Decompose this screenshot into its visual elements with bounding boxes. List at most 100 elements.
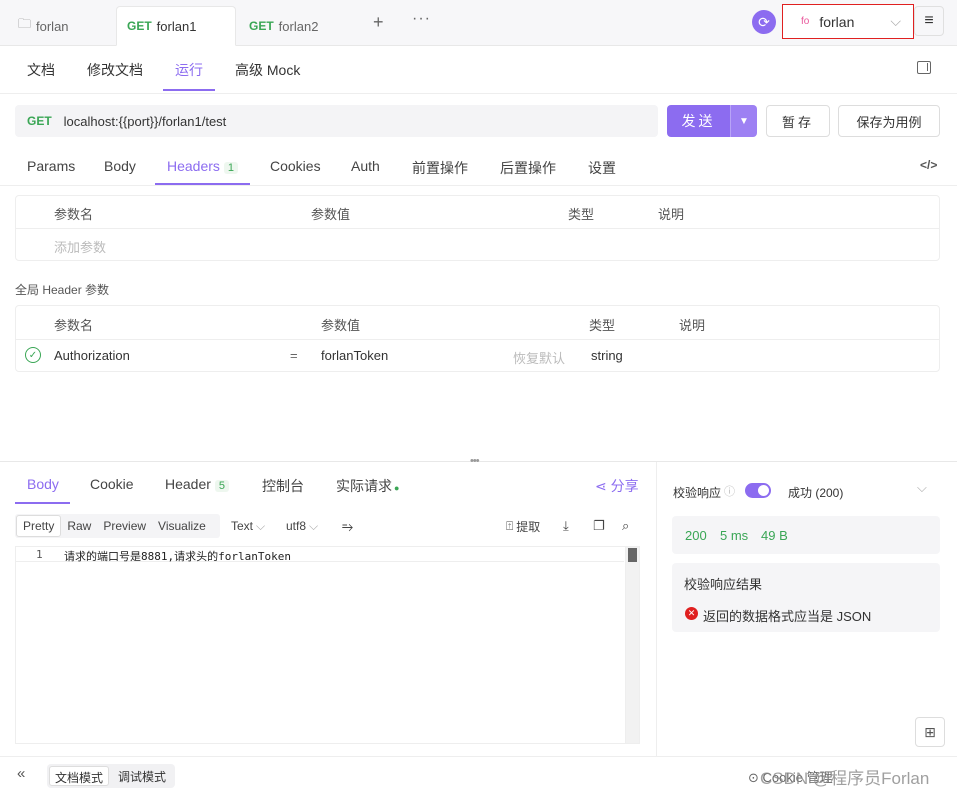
- download-icon[interactable]: ⤓: [563, 514, 569, 538]
- validate-label: 校验响应: [673, 486, 722, 500]
- tab-cookies[interactable]: Cookies: [270, 158, 321, 174]
- col-param-name: 参数名: [54, 207, 94, 222]
- code-icon[interactable]: </>: [920, 158, 937, 172]
- col-type: 类型: [568, 207, 595, 222]
- resp-tab-actual-label: 实际请求: [336, 478, 392, 494]
- subnav-active-indicator: [163, 89, 215, 91]
- extract-button[interactable]: ⍐ 提取: [506, 514, 540, 538]
- validation-result-title: 校验响应结果: [684, 577, 763, 592]
- col-desc: 说明: [679, 318, 706, 333]
- sub-nav: 文档 修改文档 运行 高级 Mock: [0, 46, 957, 94]
- error-icon: ✕: [685, 607, 698, 620]
- docs-mode-button[interactable]: 文档模式: [49, 766, 110, 786]
- url-method[interactable]: GET: [27, 114, 52, 128]
- restore-default-link[interactable]: 恢复默认: [513, 348, 565, 367]
- format-raw[interactable]: Raw: [61, 516, 97, 536]
- save-label: 暂存: [781, 114, 814, 130]
- text-select[interactable]: Text ⌵: [231, 514, 265, 538]
- save-button[interactable]: 暂存: [766, 105, 830, 137]
- resp-tab-body[interactable]: Body: [27, 476, 59, 492]
- url-value[interactable]: localhost:{{port}}/forlan1/test: [64, 114, 227, 129]
- hamburger-menu-icon[interactable]: ≡: [914, 6, 944, 36]
- extract-label: 提取: [516, 519, 541, 534]
- encoding-select[interactable]: utf8 ⌵: [286, 514, 318, 538]
- global-header-table: 参数名 参数值 类型 说明 ✓ Authorization = forlanTo…: [15, 305, 940, 372]
- send-label: 发送: [681, 113, 716, 129]
- tab-label: forlan2: [278, 18, 319, 34]
- resp-tab-header[interactable]: Header 5: [165, 476, 230, 492]
- format-pretty[interactable]: Pretty: [16, 515, 62, 537]
- chevron-down-icon[interactable]: ⌵: [917, 480, 927, 496]
- send-dropdown-icon[interactable]: ▼: [730, 105, 757, 137]
- watermark: CSDN @程序员Forlan: [760, 769, 930, 788]
- format-visualize[interactable]: Visualize: [152, 516, 212, 536]
- send-button[interactable]: 发送: [667, 105, 730, 137]
- tab-body[interactable]: Body: [104, 158, 136, 174]
- request-tabs: Params Body Headers 1 Cookies Auth 前置操作 后…: [0, 146, 957, 186]
- equals-sign: =: [290, 348, 298, 363]
- text-select-value: Text: [231, 519, 254, 533]
- tab-settings[interactable]: 设置: [588, 158, 616, 178]
- scrollbar[interactable]: [625, 547, 639, 743]
- tab-method: GET: [127, 19, 152, 33]
- save-as-case-button[interactable]: 保存为用例: [838, 105, 940, 137]
- col-desc: 说明: [658, 207, 685, 222]
- headers-count-badge: 1: [223, 162, 239, 174]
- validate-status[interactable]: 成功 (200): [788, 484, 843, 501]
- copy-icon[interactable]: ❐: [593, 514, 605, 538]
- validate-toggle[interactable]: [745, 483, 771, 498]
- resp-tab-cookie[interactable]: Cookie: [90, 476, 134, 492]
- response-size: 49 B: [761, 528, 788, 543]
- tab-label: forlan: [36, 18, 69, 34]
- add-tab-icon[interactable]: +: [373, 12, 384, 33]
- col-param-value: 参数值: [311, 207, 351, 222]
- tab-bar: 🗀 forlan GET forlan1 GET forlan2 + ··· ⟳…: [0, 0, 957, 46]
- tab-label: forlan1: [156, 18, 197, 34]
- response-editor[interactable]: 1 请求的端口号是8881,请求头的forlanToken: [15, 546, 640, 744]
- wrap-icon[interactable]: ⥱: [342, 514, 353, 538]
- format-preview[interactable]: Preview: [97, 516, 152, 536]
- subnav-mock[interactable]: 高级 Mock: [235, 60, 300, 80]
- resp-tab-console[interactable]: 控制台: [262, 476, 304, 496]
- add-param-input[interactable]: 添加参数: [54, 237, 106, 256]
- header-name: Authorization: [54, 348, 130, 363]
- validation-error: 返回的数据格式应当是 JSON: [703, 609, 872, 624]
- layout-icon[interactable]: ⊞: [915, 717, 945, 747]
- check-circle-icon[interactable]: ✓: [25, 347, 41, 363]
- extract-icon: ⍐: [506, 518, 514, 533]
- header-value: forlanToken: [321, 348, 389, 363]
- debug-mode-button[interactable]: 调试模式: [113, 766, 171, 786]
- tab-forlan1[interactable]: GET forlan1: [116, 6, 236, 46]
- resp-tab-actual-request[interactable]: 实际请求 ●: [336, 476, 399, 496]
- subnav-edit-docs[interactable]: 修改文档: [87, 60, 143, 80]
- environment-select[interactable]: fo forlan ⌵: [782, 4, 914, 39]
- share-icon: ⋖: [595, 478, 611, 494]
- collapse-icon[interactable]: «: [17, 765, 25, 782]
- panel-toggle-icon[interactable]: [917, 61, 931, 74]
- env-short: fo: [801, 16, 810, 27]
- tab-headers[interactable]: Headers 1: [167, 158, 239, 174]
- help-icon[interactable]: ⓘ: [724, 483, 735, 499]
- chevron-down-icon: ⌵: [890, 13, 901, 29]
- tab-forlan2[interactable]: GET forlan2: [249, 6, 318, 46]
- tab-pre-ops[interactable]: 前置操作: [412, 158, 468, 178]
- search-icon[interactable]: ⌕: [622, 514, 629, 538]
- status-dot-icon: ●: [394, 483, 400, 493]
- bottom-bar: « 文档模式 调试模式 ⊙ Cookie 管理 CSDN @程序员Forlan: [0, 756, 957, 794]
- subnav-run[interactable]: 运行: [175, 60, 203, 80]
- env-name: forlan: [819, 13, 855, 30]
- tab-params[interactable]: Params: [27, 158, 75, 174]
- tab-method: GET: [249, 19, 274, 33]
- tab-auth[interactable]: Auth: [351, 158, 380, 174]
- url-input[interactable]: GET localhost:{{port}}/forlan1/test: [15, 105, 658, 137]
- save-case-label: 保存为用例: [856, 114, 922, 130]
- status-code: 200: [685, 528, 707, 543]
- share-button[interactable]: ⋖ 分享: [595, 476, 639, 496]
- headers-table: 参数名 参数值 类型 说明 添加参数: [15, 195, 940, 261]
- tab-post-ops[interactable]: 后置操作: [500, 158, 556, 178]
- subnav-docs[interactable]: 文档: [27, 60, 55, 80]
- response-panel: Body Cookie Header 5 控制台 实际请求 ● ⋖ 分享 Prett…: [0, 462, 656, 756]
- more-icon[interactable]: ···: [412, 10, 431, 28]
- sync-icon[interactable]: ⟳: [752, 10, 776, 34]
- tab-folder-forlan[interactable]: 🗀 forlan: [18, 6, 69, 46]
